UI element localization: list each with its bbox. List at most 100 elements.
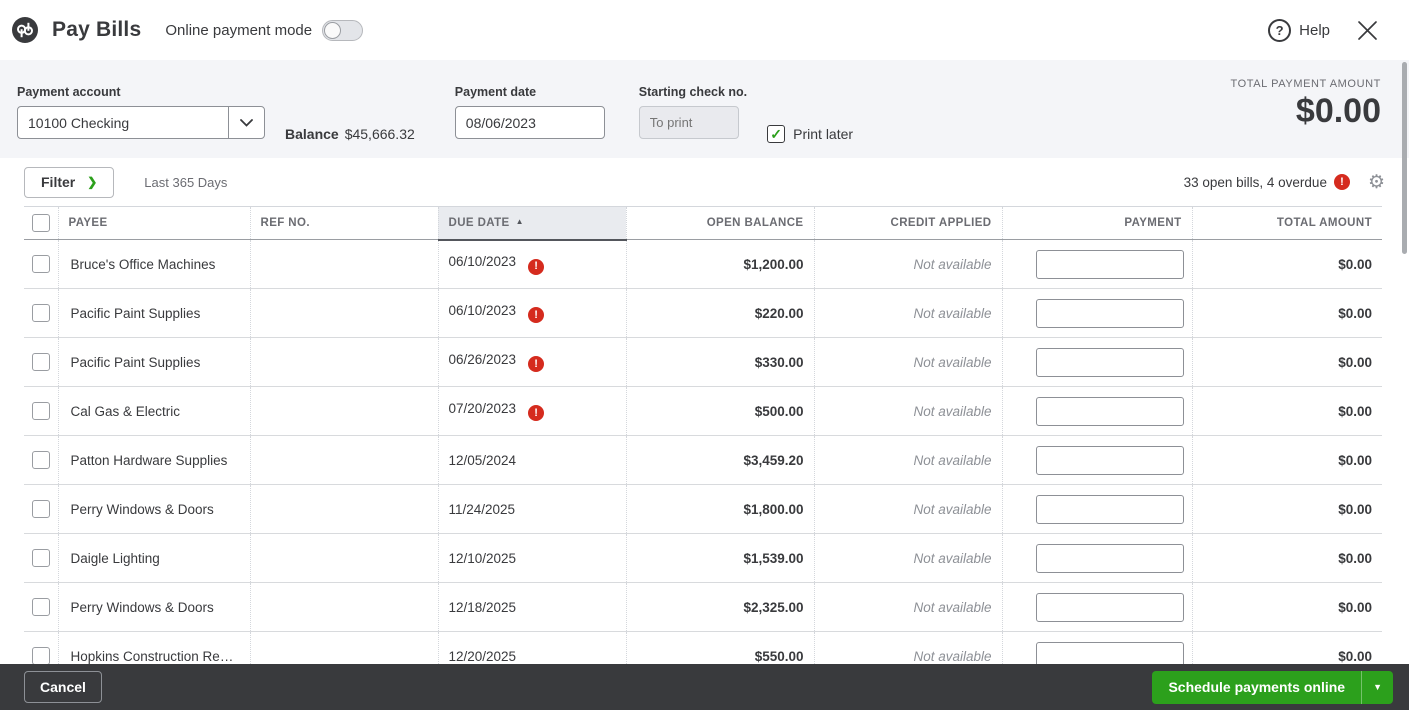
row-checkbox[interactable] — [31, 647, 50, 664]
help-label[interactable]: Help — [1299, 22, 1330, 39]
payment-input[interactable] — [1035, 298, 1184, 328]
column-header-credit-applied[interactable]: CREDIT APPLIED — [814, 206, 1003, 240]
ref-no — [250, 435, 439, 485]
payment-input[interactable] — [1035, 396, 1184, 426]
total-payment-amount-label: TOTAL PAYMENT AMOUNT — [1230, 78, 1381, 90]
cancel-button[interactable]: Cancel — [24, 671, 102, 703]
chevron-down-icon[interactable] — [228, 107, 264, 138]
ref-no — [250, 386, 439, 436]
total-amount: $0.00 — [1192, 386, 1382, 436]
chevron-right-icon: ❯ — [87, 175, 98, 189]
close-icon[interactable] — [1356, 19, 1379, 42]
payee-name: Patton Hardware Supplies — [58, 435, 251, 485]
column-header-open-balance[interactable]: OPEN BALANCE — [626, 206, 815, 240]
column-header-payment[interactable]: PAYMENT — [1002, 206, 1193, 240]
payee-name: Daigle Lighting — [58, 533, 251, 583]
ref-no — [250, 631, 439, 664]
due-date: 06/10/2023 — [448, 302, 517, 318]
payment-input[interactable] — [1035, 592, 1184, 622]
column-header-ref-no[interactable]: REF NO. — [250, 206, 439, 240]
row-checkbox[interactable] — [31, 304, 50, 322]
table-row: Pacific Paint Supplies 06/10/2023! $220.… — [24, 288, 1382, 338]
filter-button-label: Filter — [41, 174, 76, 190]
due-date: 12/10/2025 — [448, 550, 517, 566]
open-bills-summary: 33 open bills, 4 overdue — [1183, 174, 1327, 190]
payment-input[interactable] — [1035, 249, 1184, 279]
overdue-icon: ! — [528, 405, 545, 422]
payment-date-label: Payment date — [454, 85, 537, 99]
open-balance: $550.00 — [626, 631, 815, 664]
table-row: Bruce's Office Machines 06/10/2023! $1,2… — [24, 239, 1382, 289]
help-icon[interactable]: ? — [1268, 18, 1292, 42]
payment-account-label: Payment account — [17, 85, 121, 99]
row-checkbox[interactable] — [31, 353, 50, 371]
due-date: 12/18/2025 — [448, 599, 517, 615]
page-title: Pay Bills — [52, 18, 142, 41]
gear-icon[interactable]: ⚙ — [1368, 171, 1385, 194]
filter-button[interactable]: Filter ❯ — [24, 166, 115, 198]
open-balance: $2,325.00 — [626, 582, 815, 632]
ref-no — [250, 288, 439, 338]
account-balance: Balance $45,666.32 — [285, 117, 415, 150]
open-balance: $1,800.00 — [626, 484, 815, 534]
column-header-payee[interactable]: PAYEE — [58, 206, 251, 240]
payment-input[interactable] — [1035, 641, 1184, 664]
payment-input[interactable] — [1035, 347, 1184, 377]
column-header-due-date[interactable]: DUE DATE ▲ — [438, 206, 627, 241]
total-amount: $0.00 — [1192, 288, 1382, 338]
date-range-label: Last 365 Days — [144, 174, 228, 190]
sort-ascending-icon: ▲ — [515, 216, 524, 226]
top-bar: Pay Bills Online payment mode ? Help — [0, 0, 1409, 60]
payment-input[interactable] — [1035, 494, 1184, 524]
credit-applied: Not available — [814, 631, 1003, 664]
caret-down-icon[interactable]: ▼ — [1362, 682, 1393, 692]
table-row: Cal Gas & Electric 07/20/2023! $500.00 N… — [24, 386, 1382, 436]
credit-applied: Not available — [814, 337, 1003, 387]
row-checkbox[interactable] — [31, 255, 50, 273]
open-balance: $1,200.00 — [626, 239, 815, 289]
credit-applied: Not available — [814, 386, 1003, 436]
payment-input[interactable] — [1035, 543, 1184, 573]
payee-name: Perry Windows & Doors — [58, 484, 251, 534]
bills-table: PAYEE REF NO. DUE DATE ▲ OPEN BALANCE CRE… — [0, 206, 1409, 664]
quickbooks-logo-icon — [10, 15, 40, 45]
vertical-scrollbar[interactable] — [1402, 62, 1407, 254]
balance-label: Balance — [285, 125, 339, 142]
total-amount: $0.00 — [1192, 337, 1382, 387]
open-balance: $330.00 — [626, 337, 815, 387]
payment-settings-bar: Payment account 10100 Checking Balance $… — [0, 60, 1409, 158]
online-payment-mode-toggle[interactable] — [322, 19, 364, 41]
column-header-total-amount[interactable]: TOTAL AMOUNT — [1192, 206, 1382, 240]
payment-account-value: 10100 Checking — [28, 114, 130, 131]
bills-table-body: Bruce's Office Machines 06/10/2023! $1,2… — [24, 239, 1382, 664]
open-balance: $500.00 — [626, 386, 815, 436]
payment-date-input[interactable] — [454, 106, 605, 139]
total-amount: $0.00 — [1192, 435, 1382, 485]
overdue-icon: ! — [528, 307, 545, 324]
total-amount: $0.00 — [1192, 484, 1382, 534]
payment-account-select[interactable]: 10100 Checking — [17, 106, 265, 139]
schedule-payments-button[interactable]: Schedule payments online ▼ — [1152, 670, 1393, 704]
ref-no — [250, 484, 439, 534]
row-checkbox[interactable] — [31, 451, 50, 469]
overdue-warning-icon: ! — [1333, 174, 1350, 190]
row-checkbox[interactable] — [31, 402, 50, 420]
total-amount: $0.00 — [1192, 582, 1382, 632]
ref-no — [250, 337, 439, 387]
row-checkbox[interactable] — [31, 598, 50, 616]
online-payment-mode-label: Online payment mode — [165, 21, 313, 39]
due-date: 11/24/2025 — [448, 501, 516, 517]
due-date: 06/26/2023 — [448, 351, 517, 367]
payee-name: Perry Windows & Doors — [58, 582, 251, 632]
row-checkbox[interactable] — [31, 500, 50, 518]
select-all-checkbox[interactable] — [31, 214, 50, 232]
row-checkbox[interactable] — [31, 549, 50, 567]
due-date: 12/05/2024 — [448, 452, 517, 468]
ref-no — [250, 582, 439, 632]
table-row: Daigle Lighting 12/10/2025! $1,539.00 No… — [24, 533, 1382, 583]
payment-input[interactable] — [1035, 445, 1184, 475]
filter-bar: Filter ❯ Last 365 Days 33 open bills, 4 … — [0, 158, 1409, 206]
overdue-icon: ! — [528, 356, 545, 373]
starting-check-input — [638, 106, 739, 139]
print-later-checkbox[interactable]: ✓ — [767, 124, 786, 143]
